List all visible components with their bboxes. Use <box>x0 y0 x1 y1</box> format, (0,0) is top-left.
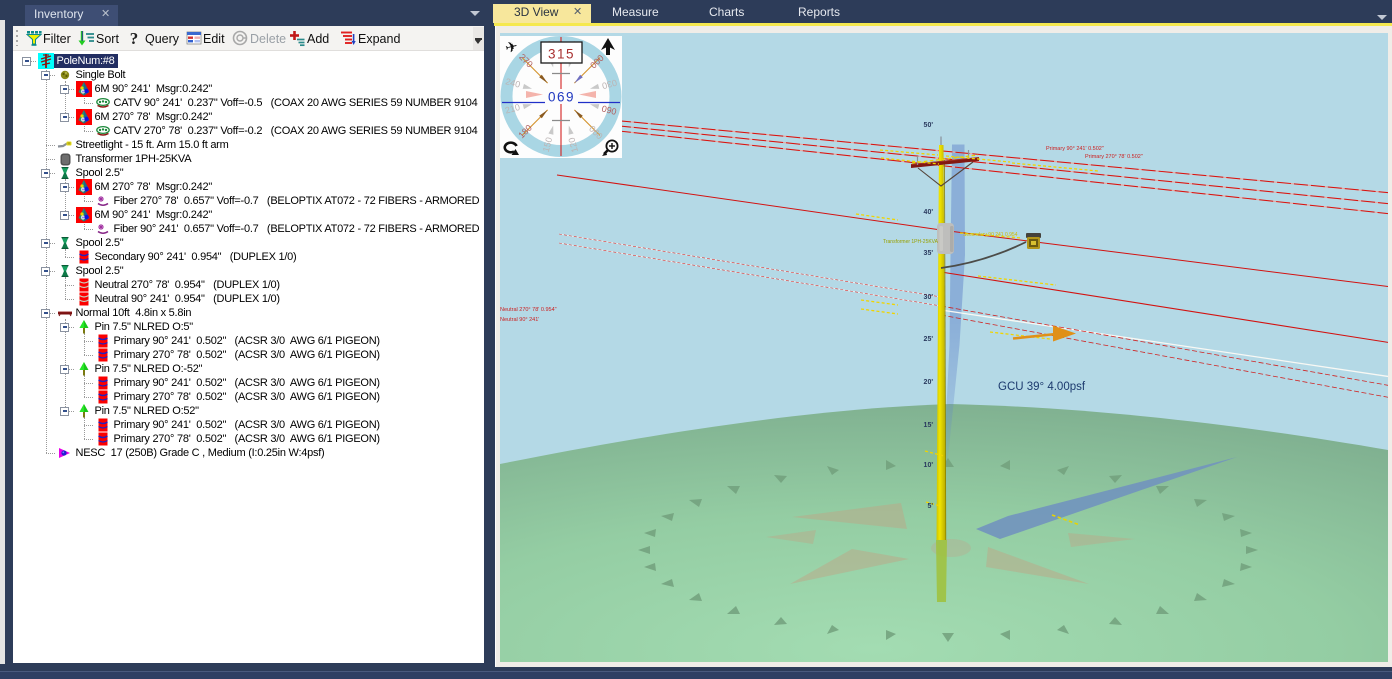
svg-text:30': 30' <box>924 294 934 301</box>
svg-text:40': 40' <box>924 209 934 216</box>
svg-text:25': 25' <box>924 336 934 343</box>
svg-text:069: 069 <box>548 90 575 105</box>
svg-text:50': 50' <box>924 122 934 129</box>
svg-text:10': 10' <box>924 462 934 469</box>
svg-text:5': 5' <box>927 503 933 510</box>
svg-text:Primary 270° 78' 0.502": Primary 270° 78' 0.502" <box>1085 154 1143 160</box>
svg-text:Transformer 1PH-25KVA: Transformer 1PH-25KVA <box>883 239 939 245</box>
svg-text:Secondary 90 241 0.954: Secondary 90 241 0.954 <box>963 232 1018 238</box>
svg-text:15': 15' <box>924 422 934 429</box>
svg-text:GCU 39° 4.00psf: GCU 39° 4.00psf <box>998 381 1086 393</box>
svg-text:Neutral 270° 78' 0.954": Neutral 270° 78' 0.954" <box>500 307 557 313</box>
svg-text:315: 315 <box>548 47 575 62</box>
svg-text:Primary 90° 241' 0.502": Primary 90° 241' 0.502" <box>1046 146 1104 152</box>
svg-text:20': 20' <box>924 379 934 386</box>
svg-text:35': 35' <box>924 250 934 257</box>
svg-text:Neutral 90° 241': Neutral 90° 241' <box>500 317 539 323</box>
svg-text:?: ? <box>130 30 139 47</box>
